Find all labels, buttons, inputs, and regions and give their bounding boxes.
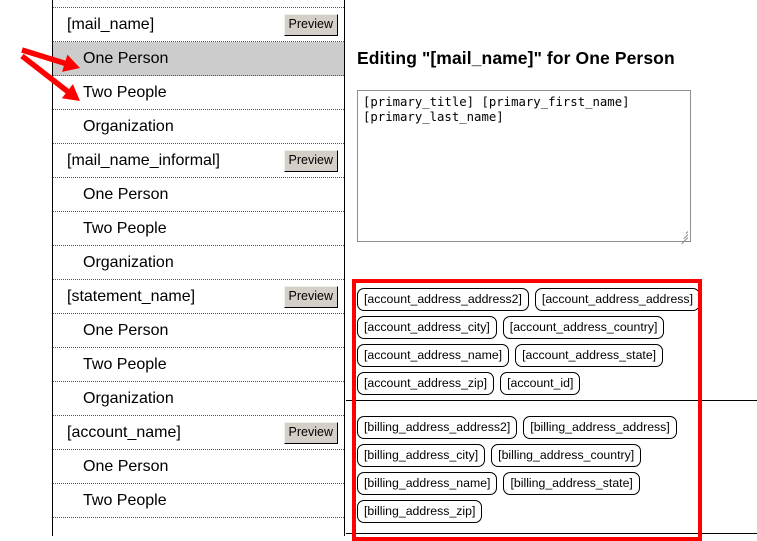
token-row: [account_address_name] [account_address_s… xyxy=(357,344,703,372)
token-chip[interactable]: [account_address_zip] xyxy=(357,372,494,395)
token-row: [billing_address_zip] xyxy=(357,500,703,528)
format-row[interactable]: Two People xyxy=(53,212,344,246)
name-format-panel: Organization[mail_name]PreviewOne Person… xyxy=(52,0,345,536)
token-chip[interactable]: [account_address_name] xyxy=(357,344,509,367)
page-title: Editing "[mail_name]" for One Person xyxy=(357,48,675,69)
format-row[interactable]: One Person xyxy=(53,314,344,348)
format-row-selected[interactable]: One Person xyxy=(53,42,344,76)
token-row: [billing_address_address2] [billing_addre… xyxy=(357,416,703,444)
format-row-label: [statement_name] xyxy=(67,280,195,314)
format-row-label: One Person xyxy=(83,450,168,484)
format-group-row[interactable]: [mail_name] Preview xyxy=(53,8,344,42)
name-format-list: Organization[mail_name]PreviewOne Person… xyxy=(53,0,344,518)
format-row-label: Organization xyxy=(83,0,174,8)
preview-button[interactable]: Preview xyxy=(284,422,338,444)
token-row: [billing_address_name] [billing_address_s… xyxy=(357,472,703,500)
token-chip[interactable]: [billing_address_zip] xyxy=(357,500,482,523)
format-group-row[interactable]: [account_name] Preview xyxy=(53,416,344,450)
token-chip[interactable]: [account_address_state] xyxy=(515,344,663,367)
token-row: [billing_address_city] [billing_address_c… xyxy=(357,444,703,472)
format-row[interactable]: One Person xyxy=(53,450,344,484)
format-row[interactable]: Two People xyxy=(53,348,344,382)
token-chip[interactable]: [account_id] xyxy=(500,372,580,395)
token-chip[interactable]: [account_address_city] xyxy=(357,316,497,339)
token-chip[interactable]: [account_address_address] xyxy=(535,288,700,311)
preview-button[interactable]: Preview xyxy=(284,286,338,308)
preview-button[interactable]: Preview xyxy=(284,150,338,172)
token-row: [account_address_zip] [account_id] xyxy=(357,372,703,400)
format-row-label: One Person xyxy=(83,178,168,212)
format-row[interactable]: Organization xyxy=(53,382,344,416)
format-group-row[interactable]: [mail_name_informal] Preview xyxy=(53,144,344,178)
format-row[interactable]: One Person xyxy=(53,178,344,212)
token-group-billing: [billing_address_address2] [billing_addre… xyxy=(357,416,703,528)
token-chip[interactable]: [billing_address_address2] xyxy=(357,416,517,439)
token-row: [account_address_address2] [account_addre… xyxy=(357,288,703,316)
token-chip[interactable]: [account_address_country] xyxy=(503,316,665,339)
format-row-label: [mail_name_informal] xyxy=(67,144,220,178)
format-row[interactable]: Organization xyxy=(53,110,344,144)
format-row-label: Two People xyxy=(83,348,167,382)
format-row-label: [mail_name] xyxy=(67,8,154,42)
format-row-label: Two People xyxy=(83,484,167,518)
editor-panel: Editing "[mail_name]" for One Person [ac… xyxy=(357,0,757,536)
token-rows: [billing_address_address2] [billing_addre… xyxy=(357,416,703,528)
token-group-account: [account_address_address2] [account_addre… xyxy=(357,288,703,400)
format-row-label: Two People xyxy=(83,212,167,246)
section-divider-mid xyxy=(346,400,757,401)
token-chip[interactable]: [billing_address_state] xyxy=(503,472,639,495)
token-chip[interactable]: [billing_address_country] xyxy=(491,444,641,467)
token-rows: [account_address_address2] [account_addre… xyxy=(357,288,703,400)
token-chip[interactable]: [billing_address_city] xyxy=(357,444,485,467)
format-row-label: Organization xyxy=(83,382,174,416)
format-row[interactable]: Organization xyxy=(53,0,344,8)
format-group-row[interactable]: [statement_name] Preview xyxy=(53,280,344,314)
template-textarea[interactable] xyxy=(357,90,691,242)
format-row-label: One Person xyxy=(83,42,168,76)
token-chip[interactable]: [account_address_address2] xyxy=(357,288,529,311)
preview-button[interactable]: Preview xyxy=(284,14,338,36)
format-row-label: [account_name] xyxy=(67,416,181,450)
format-row[interactable]: Two People xyxy=(53,76,344,110)
format-row-label: Two People xyxy=(83,76,167,110)
token-row: [account_address_city] [account_address_c… xyxy=(357,316,703,344)
format-row[interactable]: Organization xyxy=(53,246,344,280)
format-row-label: Organization xyxy=(83,110,174,144)
section-divider-bottom xyxy=(346,533,757,534)
format-row-label: One Person xyxy=(83,314,168,348)
format-row[interactable]: Two People xyxy=(53,484,344,518)
format-row-label: Organization xyxy=(83,246,174,280)
token-chip[interactable]: [billing_address_address] xyxy=(523,416,676,439)
token-chip[interactable]: [billing_address_name] xyxy=(357,472,497,495)
